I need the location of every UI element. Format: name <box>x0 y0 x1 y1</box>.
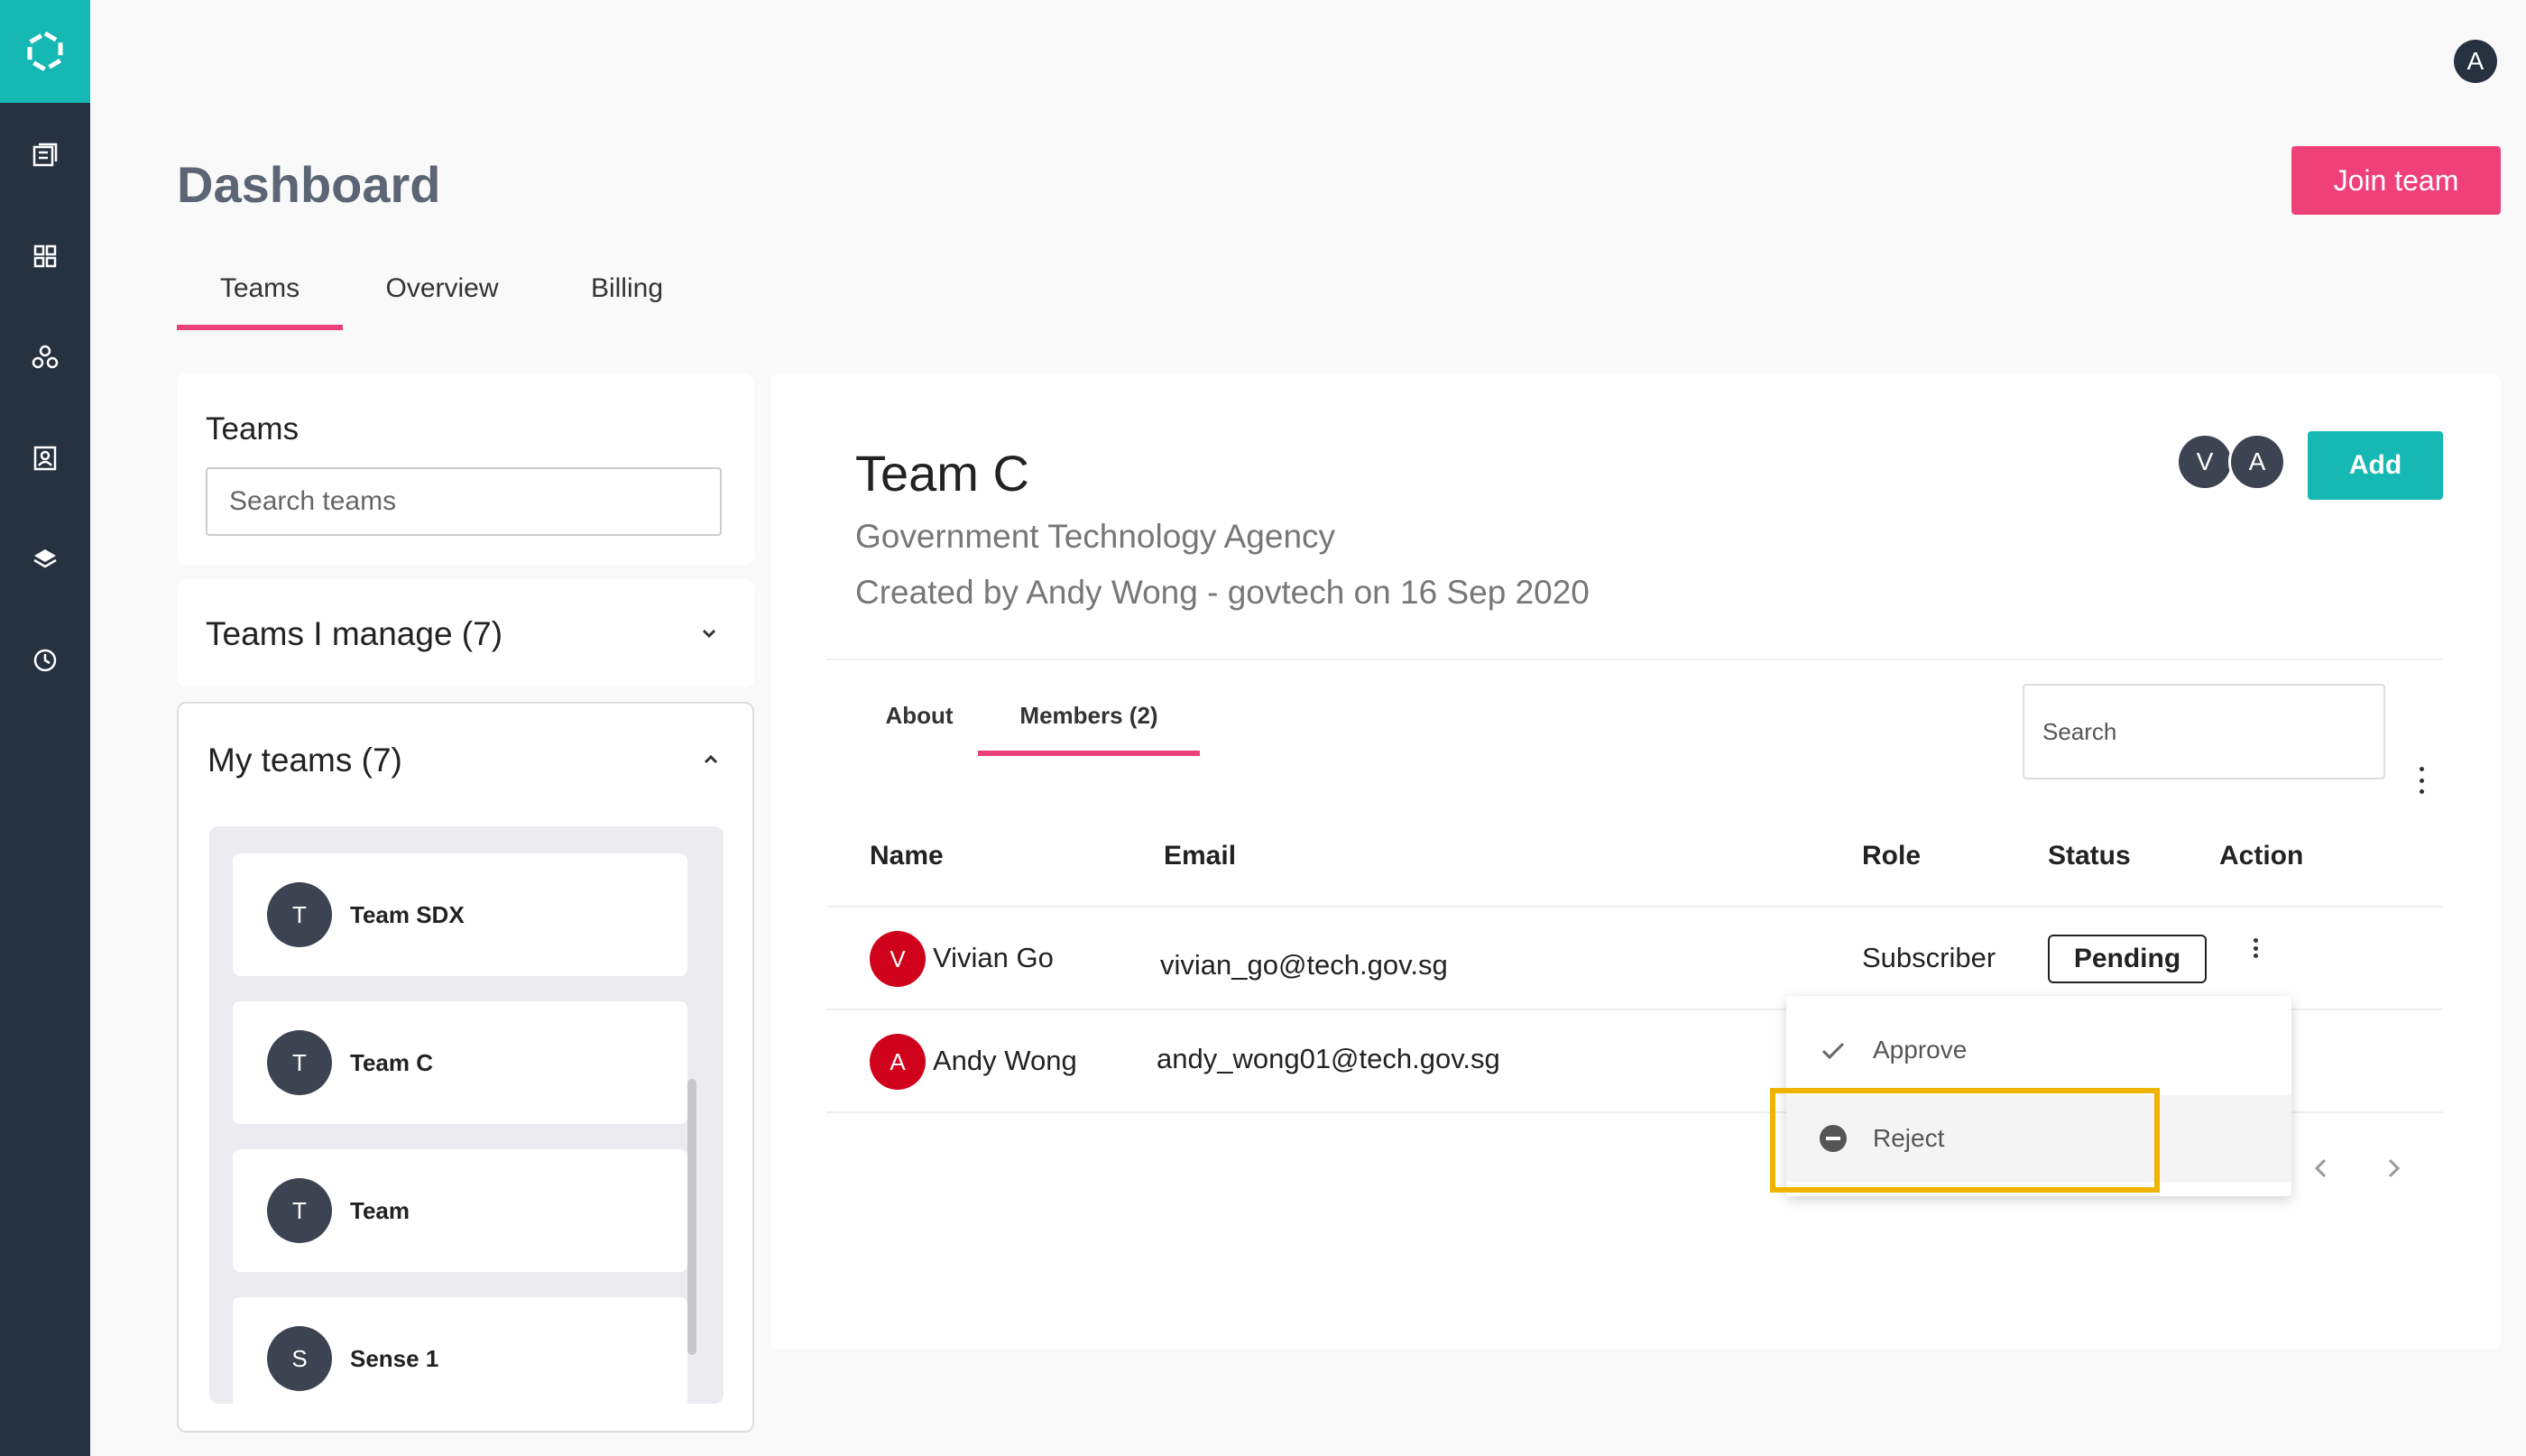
team-organization: Government Technology Agency <box>855 518 1336 555</box>
user-avatar[interactable]: A <box>2454 40 2497 83</box>
teams-card-title: Teams <box>206 411 300 447</box>
chevron-left-icon[interactable] <box>2308 1155 2335 1182</box>
teams-search-card: Teams <box>177 373 754 565</box>
approve-label: Approve <box>1873 1036 1968 1064</box>
team-name: Sense 1 <box>350 1344 439 1372</box>
main-tabs: Teams Overview Billing <box>177 262 713 330</box>
grid-icon[interactable] <box>27 238 63 274</box>
add-member-button[interactable]: Add <box>2308 431 2443 500</box>
member-name: Andy Wong <box>933 1045 1077 1076</box>
column-header-name: Name <box>870 841 944 871</box>
check-icon <box>1819 1036 1848 1064</box>
minus-circle-icon <box>1819 1124 1848 1153</box>
clock-icon[interactable] <box>27 642 63 678</box>
member-email: vivian_go@tech.gov.sg <box>1160 949 1448 981</box>
tab-overview[interactable]: Overview <box>343 262 541 330</box>
my-teams-list: T Team SDX T Team C T Team S Sense 1 <box>209 826 724 1404</box>
member-avatar[interactable]: V <box>2176 433 2234 491</box>
reject-label: Reject <box>1873 1124 1945 1152</box>
team-detail-panel: Team C Government Technology Agency Crea… <box>770 373 2501 1350</box>
column-header-email: Email <box>1164 841 1237 871</box>
team-name: Team <box>350 1196 410 1224</box>
teams-i-manage-accordion[interactable]: Teams I manage (7) <box>177 579 754 687</box>
team-avatar: T <box>267 1178 332 1243</box>
search-teams-input[interactable] <box>206 467 722 536</box>
member-role: Subscriber <box>1862 942 1996 973</box>
my-teams-title: My teams (7) <box>207 742 402 779</box>
member-row-avatar: V <box>870 931 926 987</box>
hierarchy-icon[interactable] <box>27 339 63 375</box>
logo-icon[interactable] <box>0 0 90 103</box>
team-list-item[interactable]: S Sense 1 <box>233 1297 687 1404</box>
team-list-item[interactable]: T Team C <box>233 1001 687 1124</box>
join-team-button[interactable]: Join team <box>2291 146 2501 215</box>
member-email: andy_wong01@tech.gov.sg <box>1157 1043 1500 1074</box>
my-teams-accordion: My teams (7) T Team SDX T Team C T Team … <box>177 702 754 1433</box>
column-header-role: Role <box>1862 841 1922 871</box>
menu-item-reject[interactable]: Reject <box>1786 1095 2291 1182</box>
chevron-up-icon[interactable] <box>700 749 722 770</box>
column-header-action: Action <box>2219 841 2304 871</box>
team-title: Team C <box>855 445 1029 502</box>
members-search-input[interactable] <box>2023 684 2385 779</box>
tab-billing[interactable]: Billing <box>541 262 713 330</box>
teams-i-manage-title: Teams I manage (7) <box>206 615 503 652</box>
layers-icon[interactable] <box>27 541 63 577</box>
team-created-info: Created by Andy Wong - govtech on 16 Sep… <box>855 574 1590 611</box>
kebab-menu-icon[interactable] <box>2412 767 2430 794</box>
action-dropdown-menu: Approve Reject <box>1786 996 2291 1196</box>
page-title: Dashboard <box>177 156 441 213</box>
catalog-icon[interactable] <box>27 137 63 173</box>
team-avatar: T <box>267 1030 332 1095</box>
chevron-right-icon[interactable] <box>2380 1155 2407 1182</box>
tab-teams[interactable]: Teams <box>177 262 343 330</box>
team-avatar: T <box>267 882 332 947</box>
column-header-status: Status <box>2048 841 2131 871</box>
member-avatar[interactable]: A <box>2228 433 2286 491</box>
sidebar-nav <box>0 0 90 1456</box>
menu-item-approve[interactable]: Approve <box>1786 1007 2291 1093</box>
member-name: Vivian Go <box>933 942 1054 973</box>
team-name: Team C <box>350 1048 433 1076</box>
tab-about[interactable]: About <box>870 702 969 756</box>
chevron-down-icon[interactable] <box>698 622 720 644</box>
team-list-item[interactable]: T Team <box>233 1149 687 1272</box>
status-badge: Pending <box>2048 935 2207 983</box>
divider <box>826 659 2443 660</box>
team-avatar: S <box>267 1326 332 1391</box>
team-list-scrollbar[interactable] <box>687 1079 696 1355</box>
member-row-avatar: A <box>870 1034 926 1090</box>
contacts-icon[interactable] <box>27 440 63 476</box>
divider <box>826 906 2443 908</box>
tab-members[interactable]: Members (2) <box>978 702 1200 756</box>
team-list-item[interactable]: T Team SDX <box>233 853 687 976</box>
row-action-kebab-icon[interactable] <box>2246 938 2264 958</box>
team-name: Team SDX <box>350 900 465 928</box>
